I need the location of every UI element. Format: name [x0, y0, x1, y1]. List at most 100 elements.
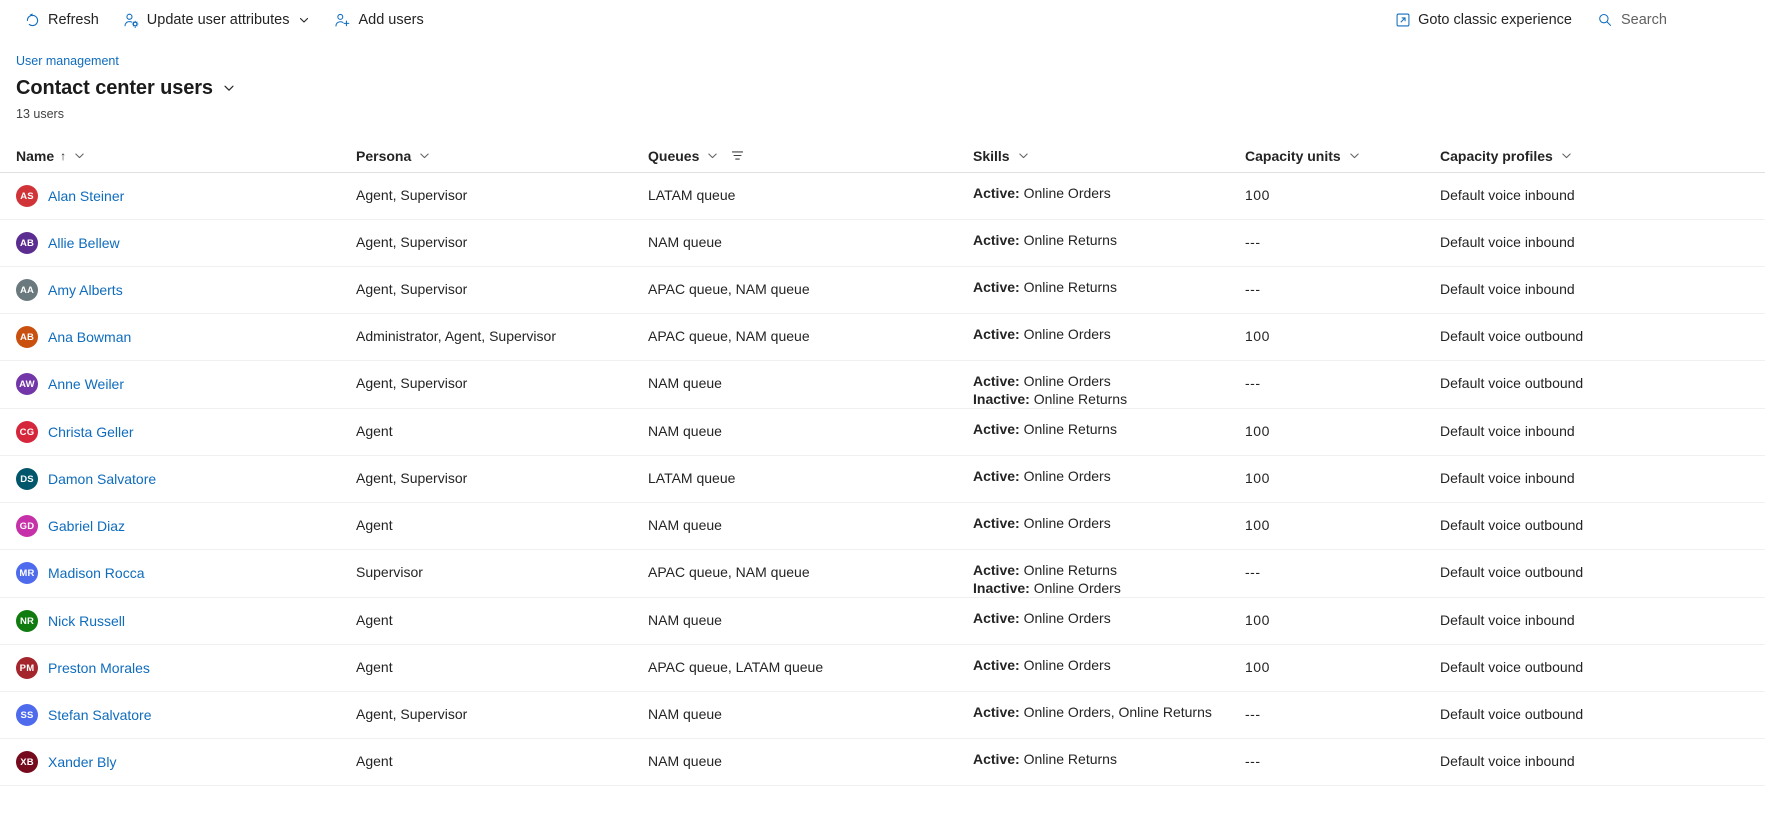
user-name-link[interactable]: Gabriel Diaz [48, 518, 125, 534]
breadcrumb-user-management[interactable]: User management [16, 53, 119, 69]
chevron-down-icon[interactable] [706, 149, 719, 162]
cell-skills: Active: Online Returns [973, 267, 1245, 297]
user-name-link[interactable]: Xander Bly [48, 754, 116, 770]
user-name-link[interactable]: Damon Salvatore [48, 471, 156, 487]
table-row[interactable]: AW Anne Weiler Agent, Supervisor NAM queue A… [0, 361, 1765, 409]
search-input[interactable] [1621, 12, 1741, 28]
capacity-profiles-value: Default voice inbound [1440, 612, 1575, 628]
chevron-down-icon[interactable] [1017, 149, 1030, 162]
persona-value: Agent, Supervisor [356, 375, 468, 391]
users-grid: Name ↑ Persona Queues Skills Capacity un… [0, 139, 1765, 786]
user-name-link[interactable]: Preston Morales [48, 660, 150, 676]
cell-queues: APAC queue, NAM queue [648, 550, 973, 581]
cell-queues: APAC queue, NAM queue [648, 267, 973, 298]
table-row[interactable]: PM Preston Morales Agent APAC queue, LATAM … [0, 645, 1765, 692]
column-header-persona[interactable]: Persona [356, 139, 648, 173]
avatar: DS [16, 468, 38, 490]
user-name-link[interactable]: Ana Bowman [48, 329, 131, 345]
skill-line: Active: Online Returns [973, 751, 1117, 769]
skill-value: Online Orders [1023, 657, 1111, 673]
capacity-profiles-value: Default voice outbound [1440, 375, 1584, 391]
chevron-down-icon[interactable] [418, 149, 431, 162]
capacity-profiles-value: Default voice inbound [1440, 234, 1575, 250]
cell-queues: LATAM queue [648, 173, 973, 204]
table-row[interactable]: CG Christa Geller Agent NAM queue Active: On… [0, 409, 1765, 456]
user-name-link[interactable]: Madison Rocca [48, 565, 145, 581]
chevron-down-icon[interactable] [1560, 149, 1573, 162]
table-row[interactable]: AB Allie Bellew Agent, Supervisor NAM queue… [0, 220, 1765, 267]
capacity-units-value: 100 [1245, 517, 1270, 533]
table-row[interactable]: AA Amy Alberts Agent, Supervisor APAC queue… [0, 267, 1765, 314]
column-header-queues[interactable]: Queues [648, 139, 973, 173]
cell-capacity-units: --- [1245, 739, 1440, 770]
table-row[interactable]: AS Alan Steiner Agent, Supervisor LATAM que… [0, 173, 1765, 220]
table-row[interactable]: SS Stefan Salvatore Agent, Supervisor NAM q… [0, 692, 1765, 739]
goto-classic-experience-label: Goto classic experience [1418, 12, 1572, 28]
page-header: User management Contact center users 13 … [0, 40, 1765, 122]
skills-value: Active: Online Orders [973, 314, 1111, 344]
capacity-units-value: --- [1245, 564, 1261, 580]
skill-state-label: Inactive: [973, 390, 1030, 407]
grid-header-row: Name ↑ Persona Queues Skills Capacity un… [0, 139, 1765, 173]
column-header-capacity-units[interactable]: Capacity units [1245, 139, 1440, 173]
table-row[interactable]: AB Ana Bowman Administrator, Agent, Superv… [0, 314, 1765, 361]
filter-icon[interactable] [730, 148, 745, 163]
skill-line: Inactive: Online Orders [973, 580, 1121, 598]
table-row[interactable]: DS Damon Salvatore Agent, Supervisor LATAM … [0, 456, 1765, 503]
persona-value: Agent, Supervisor [356, 281, 468, 297]
table-row[interactable]: MR Madison Rocca Supervisor APAC queue, NAM… [0, 550, 1765, 598]
queues-value: APAC queue, NAM queue [648, 281, 810, 297]
skill-value: Online Returns [1023, 279, 1117, 295]
skill-value: Online Orders [1033, 579, 1121, 596]
cell-persona: Agent, Supervisor [356, 361, 648, 392]
queues-value: NAM queue [648, 517, 722, 533]
user-name-link[interactable]: Anne Weiler [48, 376, 124, 392]
refresh-button[interactable]: Refresh [14, 4, 109, 36]
capacity-units-value: --- [1245, 281, 1261, 297]
capacity-units-value: --- [1245, 375, 1261, 391]
queues-value: NAM queue [648, 753, 722, 769]
chevron-down-icon[interactable] [73, 149, 86, 162]
goto-classic-experience-button[interactable]: Goto classic experience [1384, 4, 1582, 36]
skill-value: Online Returns [1033, 390, 1128, 407]
table-row[interactable]: XB Xander Bly Agent NAM queue Active: Online… [0, 739, 1765, 786]
column-header-queues-label: Queues [648, 147, 700, 164]
queues-value: LATAM queue [648, 187, 736, 203]
user-name-link[interactable]: Allie Bellew [48, 235, 120, 251]
cell-persona: Agent, Supervisor [356, 173, 648, 204]
update-user-attributes-button[interactable]: Update user attributes [113, 4, 321, 36]
cell-capacity-profiles: Default voice inbound [1440, 739, 1720, 770]
view-selector-chevron-down-icon[interactable] [222, 81, 236, 95]
column-header-skills[interactable]: Skills [973, 139, 1245, 173]
column-header-capacity-profiles[interactable]: Capacity profiles [1440, 139, 1720, 173]
cell-capacity-units: 100 [1245, 314, 1440, 345]
cell-name: GD Gabriel Diaz [16, 503, 356, 537]
avatar: AW [16, 373, 38, 395]
chevron-down-icon[interactable] [1348, 149, 1361, 162]
user-name-link[interactable]: Nick Russell [48, 613, 125, 629]
cell-skills: Active: Online Orders [973, 314, 1245, 344]
cell-persona: Agent [356, 739, 648, 770]
cell-persona: Agent, Supervisor [356, 692, 648, 723]
cell-queues: NAM queue [648, 503, 973, 534]
avatar: GD [16, 515, 38, 537]
table-row[interactable]: GD Gabriel Diaz Agent NAM queue Active: Onli… [0, 503, 1765, 550]
persona-value: Supervisor [356, 564, 423, 580]
cell-capacity-profiles: Default voice outbound [1440, 503, 1720, 534]
column-header-name[interactable]: Name ↑ [16, 139, 356, 173]
add-users-button[interactable]: Add users [324, 4, 433, 36]
cell-queues: APAC queue, NAM queue [648, 314, 973, 345]
skill-line: Active: Online Returns [973, 232, 1117, 250]
capacity-units-value: --- [1245, 753, 1261, 769]
cell-skills: Active: Online Orders [973, 173, 1245, 203]
command-bar-right-group: Goto classic experience [1384, 4, 1751, 36]
cell-skills: Active: Online Returns [973, 409, 1245, 439]
chevron-down-icon [298, 14, 310, 26]
search-box[interactable] [1588, 4, 1751, 36]
user-name-link[interactable]: Amy Alberts [48, 282, 123, 298]
user-name-link[interactable]: Alan Steiner [48, 188, 124, 204]
user-name-link[interactable]: Christa Geller [48, 424, 134, 440]
table-row[interactable]: NR Nick Russell Agent NAM queue Active: Onli… [0, 598, 1765, 645]
user-name-link[interactable]: Stefan Salvatore [48, 707, 152, 723]
avatar: AS [16, 185, 38, 207]
